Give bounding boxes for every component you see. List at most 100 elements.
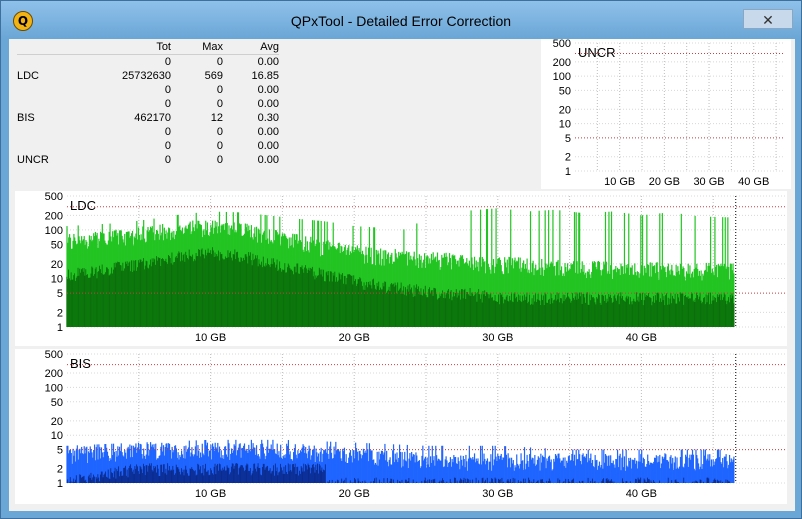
stats-cell-avg: 0.00 [257, 126, 279, 138]
y-tick-label: 200 [553, 57, 571, 69]
x-tick-label: 40 GB [626, 332, 657, 344]
ldc-chart: 500 200 100 50 20 10 5 2 1 10 GB 20 GB 30 GB 40 GB LD… [45, 191, 785, 344]
x-tick-label: 30 GB [482, 332, 513, 344]
stats-row-label [17, 97, 75, 111]
y-tick-label: 50 [559, 85, 571, 97]
x-tick-label: 20 GB [339, 488, 370, 500]
close-button[interactable]: ✕ [743, 9, 793, 29]
stats-row: 0 0 0.00 [17, 139, 279, 153]
y-tick-label: 200 [45, 210, 63, 222]
bis-chart-title: BIS [70, 356, 91, 371]
y-tick-label: 50 [51, 240, 63, 252]
stats-cell-max: 0 [216, 126, 223, 138]
y-tick-label: 5 [565, 133, 571, 145]
bis-chart-panel: 500 200 100 50 20 10 5 2 1 10 GB 20 GB 30 GB 40 GB BI… [15, 349, 787, 504]
x-tick-label: 20 GB [649, 176, 680, 188]
stats-table: Tot Max Avg 0 0 0.00 LDC 25732630 569 16.85 0 0 0… [17, 39, 279, 167]
y-tick-label: 500 [553, 39, 571, 50]
stats-row-label: UNCR [17, 154, 49, 166]
stats-cell-tot: 0 [164, 56, 171, 68]
x-tick-label: 10 GB [195, 332, 226, 344]
ldc-series-bars [66, 208, 735, 327]
stats-cell-tot: 0 [164, 154, 171, 166]
stats-cell-tot: 0 [164, 140, 171, 152]
stats-header-row: Tot Max Avg [17, 39, 279, 55]
stats-row: 0 0 0.00 [17, 83, 279, 97]
y-tick-label: 2 [565, 152, 571, 164]
stats-row-label: LDC [17, 70, 40, 82]
stats-row: 0 0 0.00 [17, 125, 279, 139]
title-bar[interactable]: Q QPxTool - Detailed Error Correction ✕ [1, 1, 801, 39]
stats-cell-tot: 462170 [134, 112, 171, 124]
stats-cell-avg: 0.00 [257, 98, 279, 110]
ldc-chart-panel: 500 200 100 50 20 10 5 2 1 10 GB 20 GB 30 GB 40 GB LD… [15, 191, 787, 346]
y-tick-label: 10 [51, 430, 63, 442]
y-tick-label: 100 [553, 71, 571, 83]
stats-row-label [17, 55, 75, 70]
stats-row-label [17, 125, 75, 139]
y-tick-label: 5 [57, 288, 63, 300]
y-tick-label: 10 [559, 119, 571, 131]
y-tick-label: 20 [559, 104, 571, 116]
stats-header-max: Max [202, 41, 223, 53]
stats-row: 0 0 0.00 [17, 55, 279, 70]
y-tick-label: 20 [51, 416, 63, 428]
y-tick-label: 1 [565, 166, 571, 178]
stats-cell-max: 0 [216, 98, 223, 110]
stats-cell-tot: 0 [164, 126, 171, 138]
stats-cell-avg: 0.00 [257, 56, 279, 68]
stats-row: 0 0 0.00 [17, 97, 279, 111]
y-tick-label: 5 [57, 445, 63, 457]
stats-row-label: BIS [17, 112, 35, 124]
stats-row-label [17, 139, 75, 153]
client-area: Tot Max Avg 0 0 0.00 LDC 25732630 569 16.85 0 0 0… [9, 39, 795, 511]
y-tick-label: 20 [51, 259, 63, 271]
uncr-chart: 500 200 100 50 20 10 5 2 1 10 GB 20 GB 30 GB 40 GB UN… [553, 39, 785, 188]
stats-row: UNCR 0 0 0.00 [17, 153, 279, 167]
stats-cell-tot: 25732630 [122, 70, 171, 82]
y-tick-label: 10 [51, 273, 63, 285]
uncr-chart-title: UNCR [578, 45, 616, 60]
stats-cell-max: 569 [204, 70, 223, 82]
y-tick-label: 1 [57, 478, 63, 490]
stats-cell-tot: 0 [164, 84, 171, 96]
bis-series-bars [66, 439, 735, 483]
stats-cell-max: 0 [216, 56, 223, 68]
stats-cell-max: 0 [216, 140, 223, 152]
y-tick-label: 2 [57, 464, 63, 476]
qpxtool-error-correction-window: Q QPxTool - Detailed Error Correction ✕ … [0, 0, 802, 519]
x-tick-label: 40 GB [738, 176, 769, 188]
window-title: QPxTool - Detailed Error Correction [290, 13, 512, 29]
y-tick-label: 500 [45, 191, 63, 203]
x-tick-label: 30 GB [482, 488, 513, 500]
bis-chart: 500 200 100 50 20 10 5 2 1 10 GB 20 GB 30 GB 40 GB BI… [45, 349, 785, 500]
stats-cell-avg: 0.30 [257, 112, 279, 124]
uncr-chart-panel: 500 200 100 50 20 10 5 2 1 10 GB 20 GB 30 GB 40 GB UN… [541, 39, 791, 189]
stats-row-label [17, 83, 75, 97]
stats-cell-avg: 0.00 [257, 154, 279, 166]
y-tick-label: 50 [51, 397, 63, 409]
stats-cell-max: 12 [210, 112, 223, 124]
x-tick-label: 40 GB [626, 488, 657, 500]
stats-cell-avg: 16.85 [251, 70, 279, 82]
ldc-chart-title: LDC [70, 198, 96, 213]
stats-cell-max: 0 [216, 84, 223, 96]
stats-row: LDC 25732630 569 16.85 [17, 69, 279, 83]
y-tick-label: 200 [45, 368, 63, 380]
y-tick-label: 2 [57, 307, 63, 319]
y-tick-label: 1 [57, 322, 63, 334]
x-tick-label: 10 GB [195, 488, 226, 500]
stats-cell-avg: 0.00 [257, 140, 279, 152]
stats-body: 0 0 0.00 LDC 25732630 569 16.85 0 0 0.00 0 0 0.00 BIS… [17, 55, 279, 168]
stats-cell-tot: 0 [164, 98, 171, 110]
x-tick-label: 10 GB [604, 176, 635, 188]
x-tick-label: 20 GB [339, 332, 370, 344]
stats-cell-avg: 0.00 [257, 84, 279, 96]
stats-cell-max: 0 [216, 154, 223, 166]
y-tick-label: 100 [45, 225, 63, 237]
y-tick-label: 500 [45, 349, 63, 361]
stats-header-blank [17, 39, 75, 55]
x-tick-label: 30 GB [693, 176, 724, 188]
stats-header-avg: Avg [260, 41, 279, 53]
y-tick-label: 100 [45, 382, 63, 394]
